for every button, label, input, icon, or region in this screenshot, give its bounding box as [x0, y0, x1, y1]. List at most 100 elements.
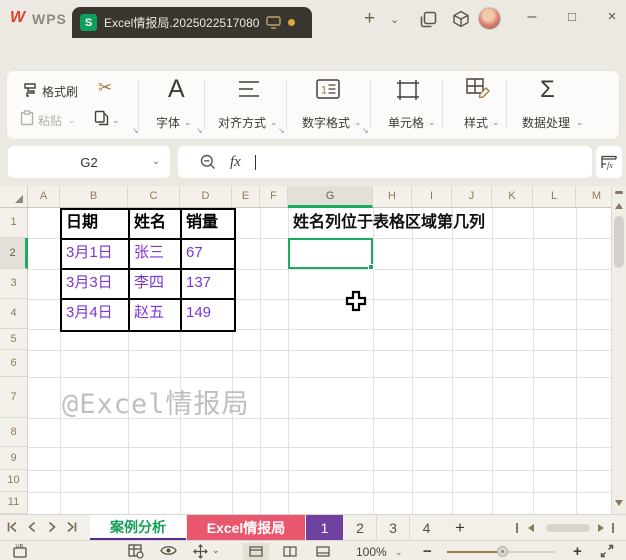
font-menu-button[interactable]: 字体: [156, 114, 180, 131]
table-data-cell[interactable]: 149: [182, 300, 234, 330]
table-header-cell[interactable]: 销量: [182, 210, 234, 240]
document-tab[interactable]: S Excel情报局.2025022517080: [72, 7, 312, 38]
group-expand-icon[interactable]: ↘: [278, 126, 285, 135]
sheet-tab-3[interactable]: 3: [377, 515, 410, 541]
fullscreen-icon[interactable]: [600, 544, 614, 558]
column-header-C[interactable]: C: [128, 186, 180, 208]
format-painter-button[interactable]: 格式刷: [42, 83, 78, 100]
row-header-5[interactable]: 5: [0, 329, 28, 350]
apps-cube-icon[interactable]: [452, 10, 470, 28]
row-header-7[interactable]: 7: [0, 377, 28, 418]
zoom-level[interactable]: 100%: [356, 545, 387, 559]
scroll-up-arrow-icon[interactable]: [615, 203, 623, 209]
row-header-3[interactable]: 3: [0, 269, 28, 299]
chevron-down-icon[interactable]: ⌄: [395, 547, 403, 558]
copy-icon[interactable]: [94, 110, 109, 126]
row-header-6[interactable]: 6: [0, 350, 28, 377]
window-close-button[interactable]: ×: [600, 8, 624, 25]
tabs-overview-icon[interactable]: [420, 11, 437, 28]
column-header-J[interactable]: J: [452, 186, 492, 208]
cut-scissors-icon[interactable]: ✂: [98, 78, 112, 98]
table-data-cell[interactable]: 3月1日: [62, 240, 130, 270]
data-tools-menu-button[interactable]: 数据处理: [522, 114, 570, 131]
zoom-slider-thumb[interactable]: [497, 546, 508, 557]
number-format-menu-button[interactable]: 数字格式: [302, 114, 350, 131]
sheet-tab-4[interactable]: 4: [410, 515, 443, 541]
sheet-tab-2[interactable]: 2: [344, 515, 377, 541]
user-avatar[interactable]: [478, 7, 501, 30]
sheet-tab-1[interactable]: 1: [306, 515, 343, 541]
chevron-down-icon[interactable]: ⌄: [212, 545, 220, 556]
chevron-down-icon[interactable]: ⌄: [492, 117, 500, 128]
row-header-8[interactable]: 8: [0, 418, 28, 447]
scroll-down-arrow-icon[interactable]: [615, 500, 623, 506]
move-selection-icon[interactable]: [193, 544, 208, 559]
row-header-1[interactable]: 1: [0, 208, 28, 238]
vertical-scrollbar[interactable]: [611, 186, 626, 514]
add-sheet-button[interactable]: +: [447, 515, 473, 541]
zoom-slider-track[interactable]: [447, 551, 502, 553]
new-document-button[interactable]: +: [364, 8, 375, 30]
split-handle[interactable]: [615, 191, 623, 194]
page-layout-view-icon[interactable]: [283, 546, 297, 557]
chevron-down-icon[interactable]: ⌄: [428, 117, 436, 128]
column-header-I[interactable]: I: [412, 186, 452, 208]
macro-vb-icon[interactable]: VB: [12, 544, 30, 559]
table-header-cell[interactable]: 姓名: [130, 210, 182, 240]
zoom-slider-track[interactable]: [502, 551, 555, 553]
table-data-cell[interactable]: 赵五: [130, 300, 182, 330]
chevron-down-icon[interactable]: ⌄: [152, 156, 160, 167]
first-sheet-icon[interactable]: [6, 521, 18, 533]
table-data-cell[interactable]: 67: [182, 240, 234, 270]
column-header-K[interactable]: K: [492, 186, 533, 208]
next-sheet-icon[interactable]: [46, 521, 58, 533]
row-header-9[interactable]: 9: [0, 447, 28, 470]
column-header-H[interactable]: H: [373, 186, 412, 208]
column-header-G[interactable]: G: [288, 186, 373, 208]
paste-button[interactable]: 粘贴: [38, 112, 62, 129]
row-header-2[interactable]: 2: [0, 238, 28, 269]
table-settings-icon[interactable]: [128, 544, 144, 559]
group-expand-icon[interactable]: ↘: [362, 126, 369, 135]
zoom-out-button[interactable]: −: [423, 543, 432, 560]
window-minimize-button[interactable]: –: [520, 8, 544, 26]
chevron-down-icon[interactable]: ⌄: [112, 115, 120, 126]
page-break-view-icon[interactable]: [316, 546, 330, 557]
name-box[interactable]: G2 ⌄: [8, 146, 170, 178]
column-header-F[interactable]: F: [260, 186, 288, 208]
cells-menu-button[interactable]: 单元格: [388, 114, 424, 131]
spreadsheet-grid[interactable]: ABCDEFGHIJKLMN 1234567891011 姓名列位于表格区域第几…: [0, 186, 611, 514]
row-header-11[interactable]: 11: [0, 492, 28, 514]
chevron-down-icon[interactable]: ⌄: [184, 117, 192, 128]
select-all-corner[interactable]: [0, 186, 28, 208]
hscroll-left-arrow-icon[interactable]: [528, 524, 534, 532]
data-table[interactable]: 日期 姓名 销量 3月1日 张三 67 3月3日 李四 137 3月4日 赵五 149: [60, 208, 236, 332]
alignment-menu-button[interactable]: 对齐方式: [218, 114, 266, 131]
chevron-down-icon[interactable]: ⌄: [270, 117, 278, 128]
row-header-10[interactable]: 10: [0, 470, 28, 492]
chevron-down-icon[interactable]: ⌄: [576, 117, 584, 128]
window-maximize-button[interactable]: □: [560, 9, 584, 24]
chevron-down-icon[interactable]: ⌄: [68, 115, 76, 126]
table-data-cell[interactable]: 3月3日: [62, 270, 130, 300]
column-header-D[interactable]: D: [180, 186, 232, 208]
hscroll-right-arrow-icon[interactable]: [598, 524, 604, 532]
formula-input[interactable]: fx: [178, 146, 592, 178]
row-header-4[interactable]: 4: [0, 299, 28, 329]
column-header-L[interactable]: L: [533, 186, 576, 208]
magnifier-minus-icon[interactable]: [200, 154, 216, 170]
eye-icon[interactable]: [160, 544, 177, 557]
vertical-scroll-thumb[interactable]: [614, 216, 624, 268]
table-data-cell[interactable]: 137: [182, 270, 234, 300]
styles-menu-button[interactable]: 样式: [464, 114, 488, 131]
group-expand-icon[interactable]: ↘: [196, 126, 203, 135]
chevron-down-icon[interactable]: ⌄: [354, 117, 362, 128]
column-header-A[interactable]: A: [28, 186, 60, 208]
column-header-M[interactable]: M: [576, 186, 611, 208]
last-sheet-icon[interactable]: [66, 521, 78, 533]
table-data-cell[interactable]: 张三: [130, 240, 182, 270]
table-data-cell[interactable]: 李四: [130, 270, 182, 300]
formula-bar-expand-button[interactable]: fx: [596, 146, 622, 178]
table-data-cell[interactable]: 3月4日: [62, 300, 130, 330]
zoom-in-button[interactable]: +: [573, 543, 582, 560]
